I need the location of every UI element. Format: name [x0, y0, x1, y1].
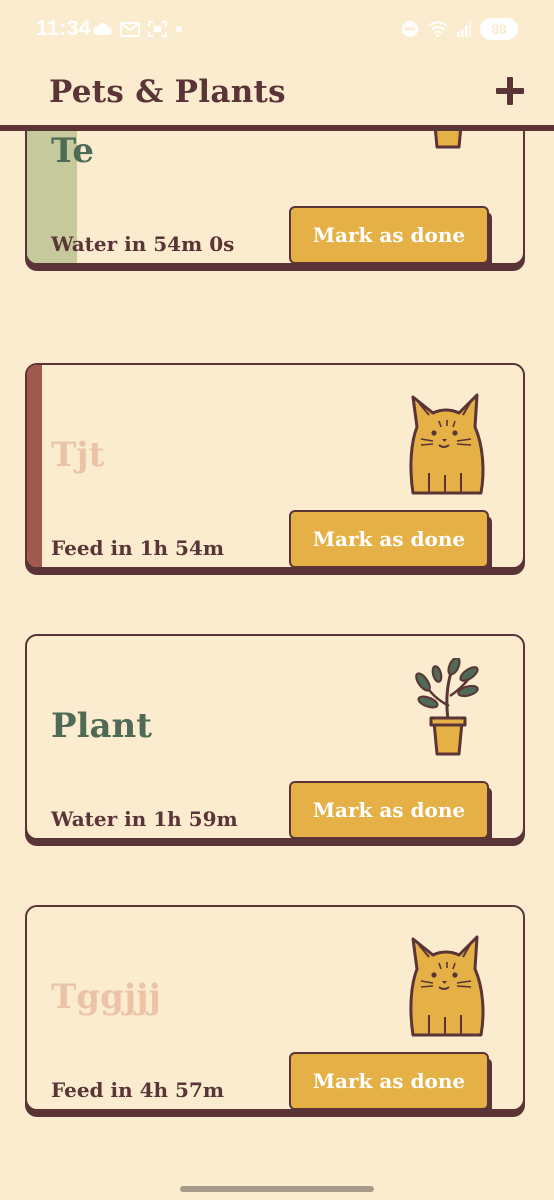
progress-bar: [27, 365, 42, 567]
gesture-navigation-bar[interactable]: [180, 1186, 374, 1192]
card-name: Plant: [51, 706, 152, 746]
wifi-icon: [428, 21, 448, 37]
status-left-icons: [92, 16, 183, 42]
reminder-list[interactable]: Te Water in 54m 0s Mark as done Tjt Feed…: [0, 131, 554, 1200]
mark-as-done-button[interactable]: Mark as done: [289, 781, 489, 838]
plus-icon: [496, 77, 524, 105]
battery-indicator: 88: [480, 18, 518, 40]
add-button[interactable]: [492, 73, 528, 109]
cat-icon: [399, 387, 491, 501]
mark-as-done-button[interactable]: Mark as done: [289, 1052, 489, 1109]
card-status: Feed in 1h 54m: [51, 536, 225, 560]
do-not-disturb-icon: [402, 21, 418, 37]
reminder-card-te: Te Water in 54m 0s Mark as done: [25, 131, 525, 265]
screenshot-icon: [148, 21, 167, 37]
mail-icon: [120, 21, 140, 37]
card-name: Tjt: [51, 435, 105, 475]
potted-plant-icon: [413, 656, 483, 762]
header-divider: [0, 125, 554, 131]
app-header: Pets & Plants: [0, 58, 554, 130]
signal-icon: [457, 21, 471, 37]
mark-as-done-button[interactable]: Mark as done: [289, 206, 489, 263]
reminder-card-plant: Plant Water in 1h 59m Mark as done: [25, 634, 525, 840]
card-status: Water in 54m 0s: [51, 232, 235, 256]
status-right-icons: 88: [401, 16, 518, 42]
cat-icon: [399, 929, 491, 1043]
potted-plant-icon: [413, 131, 483, 155]
reminder-card-tjt: Tjt Feed in 1h 54m Mark as done: [25, 363, 525, 569]
battery-level: 88: [491, 21, 507, 37]
cloud-icon: [93, 22, 112, 35]
card-name: Te: [51, 131, 95, 171]
card-status: Feed in 4h 57m: [51, 1078, 225, 1102]
status-time: 11:34: [36, 17, 92, 40]
mark-as-done-button[interactable]: Mark as done: [289, 510, 489, 567]
page-title: Pets & Plants: [49, 74, 286, 110]
status-bar: 11:34 88: [0, 0, 554, 58]
reminder-card-tggjjj: Tggjjj Feed in 4h 57m Mark as done: [25, 905, 525, 1111]
card-status: Water in 1h 59m: [51, 807, 238, 831]
dot-icon: [176, 26, 182, 32]
card-name: Tggjjj: [51, 977, 161, 1017]
